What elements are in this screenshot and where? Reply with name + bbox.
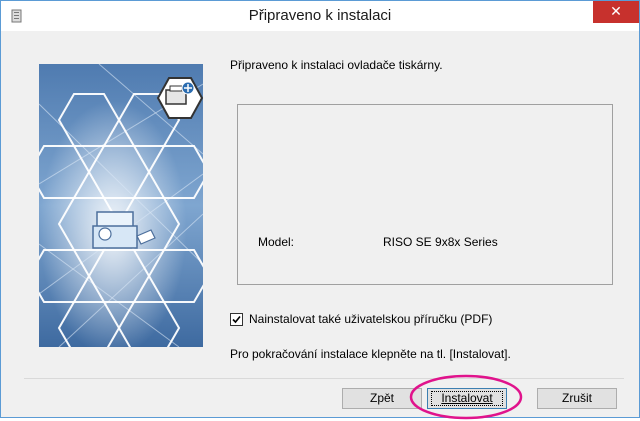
cancel-button-label: Zrušit: [562, 391, 592, 405]
highlight-ellipse: [409, 374, 523, 420]
install-manual-label: Nainstalovat také uživatelskou příručku …: [249, 312, 493, 326]
printer-network-illustration: [39, 64, 203, 347]
content-area: Připraveno k instalaci ovladače tiskárny…: [1, 31, 639, 420]
model-info-box: Model: RISO SE 9x8x Series: [237, 104, 613, 285]
title-bar: Připraveno k instalaci ✕: [1, 1, 639, 31]
continue-instruction: Pro pokračování instalace klepněte na tl…: [230, 347, 511, 361]
close-icon: ✕: [610, 3, 622, 19]
back-button-label: Zpět: [369, 391, 394, 405]
close-button[interactable]: ✕: [593, 1, 639, 23]
window-title: Připraveno k instalaci: [248, 7, 392, 24]
model-value: RISO SE 9x8x Series: [383, 235, 498, 249]
installer-window: Připraveno k instalaci ✕ Připraveno k in…: [0, 0, 640, 420]
cancel-button[interactable]: Zrušit: [537, 388, 617, 409]
model-label: Model:: [258, 235, 295, 249]
install-manual-checkbox[interactable]: [230, 312, 243, 326]
ready-message: Připraveno k instalaci ovladače tiskárny…: [230, 58, 443, 72]
checkmark-icon: [232, 315, 241, 323]
install-manual-option[interactable]: Nainstalovat také uživatelskou příručku …: [230, 312, 492, 326]
button-divider: [24, 378, 624, 379]
